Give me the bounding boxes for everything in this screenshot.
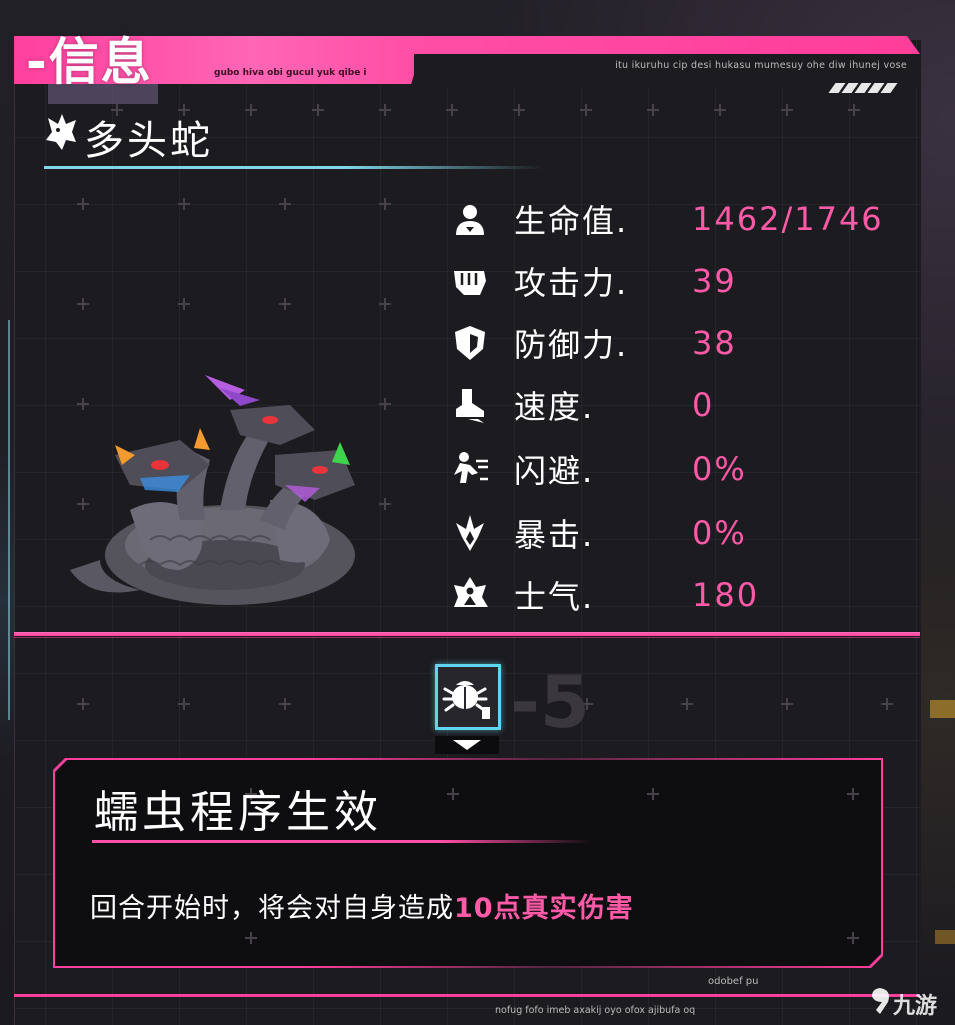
- grid-plus-mark: [245, 104, 257, 116]
- stat-row-attack: 攻击力. 39: [450, 254, 735, 308]
- burst-icon: [456, 515, 484, 551]
- stat-label: 攻击力.: [514, 264, 629, 302]
- stat-label: 闪避.: [514, 452, 595, 490]
- stat-value: 180: [692, 576, 760, 614]
- grid-plus-mark: [847, 788, 859, 800]
- stat-value: 0: [692, 386, 715, 424]
- grid-plus-mark: [847, 932, 859, 944]
- stat-value: 38: [692, 324, 737, 362]
- grid-plus-mark: [881, 698, 893, 710]
- grid-plus-mark: [513, 104, 525, 116]
- stat-value: 39: [692, 262, 737, 300]
- grid-plus-mark: [714, 104, 726, 116]
- grid-plus-mark: [279, 298, 291, 310]
- name-underline: [44, 166, 544, 169]
- stat-label: 速度.: [514, 388, 595, 426]
- grid-plus-mark: [781, 104, 793, 116]
- grid-plus-mark: [681, 698, 693, 710]
- effect-description: 回合开始时，将会对自身造成10点真实伤害: [90, 886, 634, 925]
- grid-plus-mark: [379, 104, 391, 116]
- footer-line: [14, 994, 920, 997]
- grid-plus-mark: [379, 398, 391, 410]
- grid-plus-mark: [77, 198, 89, 210]
- person-icon: [456, 205, 484, 235]
- background-glow: [0, 320, 10, 720]
- stat-value: 1462/1746: [692, 200, 884, 238]
- background-decoration: [935, 930, 955, 944]
- page-title: -信息: [26, 33, 153, 91]
- watermark-logo-icon: [872, 988, 889, 1014]
- grid-plus-mark: [77, 698, 89, 710]
- boot-icon: [456, 389, 484, 423]
- stat-label: 士气.: [514, 578, 595, 616]
- grid-plus-mark: [580, 104, 592, 116]
- stat-value: 0%: [692, 514, 747, 552]
- stat-label: 防御力.: [514, 326, 629, 364]
- section-divider: [14, 632, 920, 636]
- footer-tag: odobef pu: [708, 976, 759, 987]
- chevron-down-icon: [453, 740, 481, 750]
- grid-plus-mark: [312, 104, 324, 116]
- effect-slot-selected[interactable]: [435, 664, 501, 730]
- stat-row-crit: 暴击. 0%: [450, 506, 745, 560]
- footer-caption: nofug fofo imeb axakij oyo ofox ajibufa …: [495, 1005, 696, 1016]
- grid-plus-mark: [781, 698, 793, 710]
- grid-plus-mark: [379, 498, 391, 510]
- dodge-icon: [454, 452, 488, 483]
- stat-row-speed: 速度. 0: [450, 378, 712, 432]
- background-decoration: [930, 700, 955, 718]
- stat-row-hp: 生命值. 1462/1746: [450, 192, 882, 246]
- stat-label: 暴击.: [514, 516, 595, 554]
- grid-plus-mark: [447, 788, 459, 800]
- header-caption: itu ikuruhu cip desi hukasu mumesuy ohe …: [615, 60, 907, 71]
- watermark-text: 九游: [893, 994, 938, 1019]
- grid-plus-mark: [446, 104, 458, 116]
- stat-label: 生命值.: [514, 202, 629, 240]
- beast-head-icon: [46, 114, 76, 150]
- grid-plus-mark: [848, 104, 860, 116]
- hydra-sprite: [70, 375, 355, 605]
- grid-plus-mark: [279, 698, 291, 710]
- grid-plus-mark: [647, 104, 659, 116]
- bug-icon: [442, 681, 490, 719]
- grid-plus-mark: [77, 298, 89, 310]
- grid-plus-mark: [178, 698, 190, 710]
- effect-desc-amount: 10点: [454, 893, 522, 924]
- grid-plus-mark: [178, 298, 190, 310]
- ghost-number: -5: [510, 660, 590, 744]
- header-subtitle: gubo hiva obi gucul yuk qibe i: [214, 68, 367, 78]
- effect-desc-highlight: 真实伤害: [521, 893, 634, 924]
- stat-row-defense: 防御力. 38: [450, 316, 735, 370]
- effect-title: 蠕虫程序生效: [94, 787, 382, 838]
- stat-value: 0%: [692, 450, 747, 488]
- monster-name: 多头蛇: [84, 118, 213, 164]
- grid-plus-mark: [279, 198, 291, 210]
- grid-plus-mark: [245, 932, 257, 944]
- effect-desc-text: 回合开始时，将会对自身造成: [90, 893, 454, 924]
- fist-icon: [454, 271, 486, 295]
- stat-row-dodge: 闪避. 0%: [450, 442, 745, 496]
- section-divider: [14, 637, 920, 638]
- grid-plus-mark: [379, 198, 391, 210]
- effect-title-underline: [92, 840, 592, 843]
- grid-plus-mark: [379, 298, 391, 310]
- morale-icon: [454, 577, 488, 607]
- stat-row-morale: 士气. 180: [450, 568, 757, 622]
- grid-plus-mark: [178, 198, 190, 210]
- header-slash-decoration: [828, 78, 912, 93]
- shield-icon: [455, 326, 485, 360]
- grid-plus-mark: [647, 788, 659, 800]
- effect-slot-pointer: [435, 736, 499, 754]
